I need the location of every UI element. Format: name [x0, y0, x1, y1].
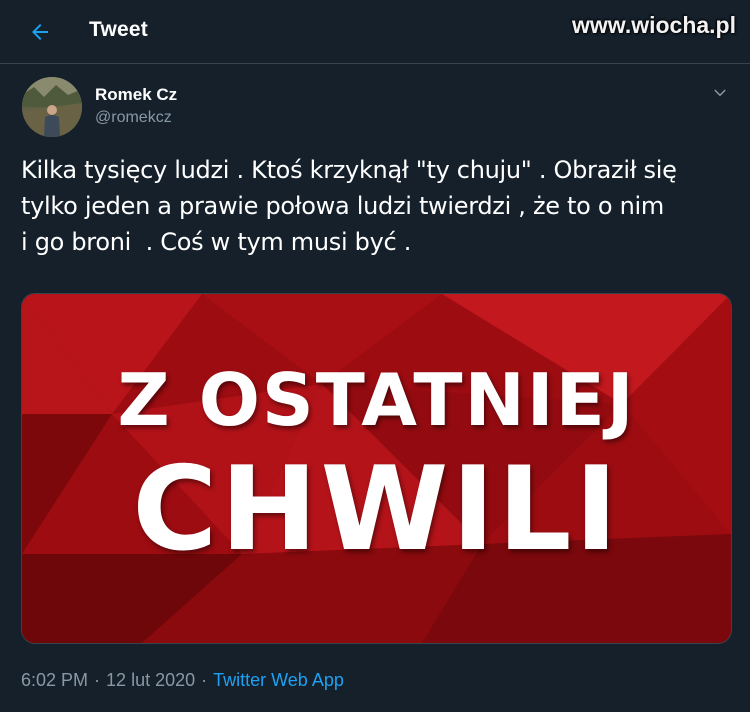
back-button[interactable]	[20, 12, 60, 52]
more-options-button[interactable]	[707, 80, 733, 106]
meta-separator: ·	[201, 670, 208, 690]
avatar[interactable]	[22, 77, 82, 137]
author-name[interactable]: Romek Cz	[95, 85, 177, 105]
watermark: www.wiocha.pl	[572, 12, 736, 38]
chevron-down-icon	[714, 89, 726, 97]
meta-separator: ·	[94, 670, 101, 690]
top-bar: Tweet www.wiocha.pl	[0, 0, 750, 64]
media-headline-line2: CHWILI	[132, 442, 621, 577]
tweet-time[interactable]: 6:02 PM	[21, 670, 88, 690]
tweet-source-link[interactable]: Twitter Web App	[213, 670, 344, 690]
avatar-photo	[22, 77, 82, 137]
arrow-left-icon	[32, 24, 48, 40]
author-handle[interactable]: @romekcz	[95, 109, 172, 127]
tweet-date[interactable]: 12 lut 2020	[106, 670, 195, 690]
tweet-page: Tweet www.wiocha.pl Romek Cz @romekcz Ki…	[0, 0, 750, 712]
page-title: Tweet	[89, 18, 148, 41]
tweet-text: Kilka tysięcy ludzi . Ktoś krzyknął "ty …	[21, 156, 677, 256]
media-headline-line1: Z OSTATNIEJ	[117, 358, 636, 442]
tweet-media-image[interactable]: Z OSTATNIEJ CHWILI	[21, 293, 732, 644]
tweet-meta: 6:02 PM · 12 lut 2020 · Twitter Web App	[21, 670, 344, 691]
